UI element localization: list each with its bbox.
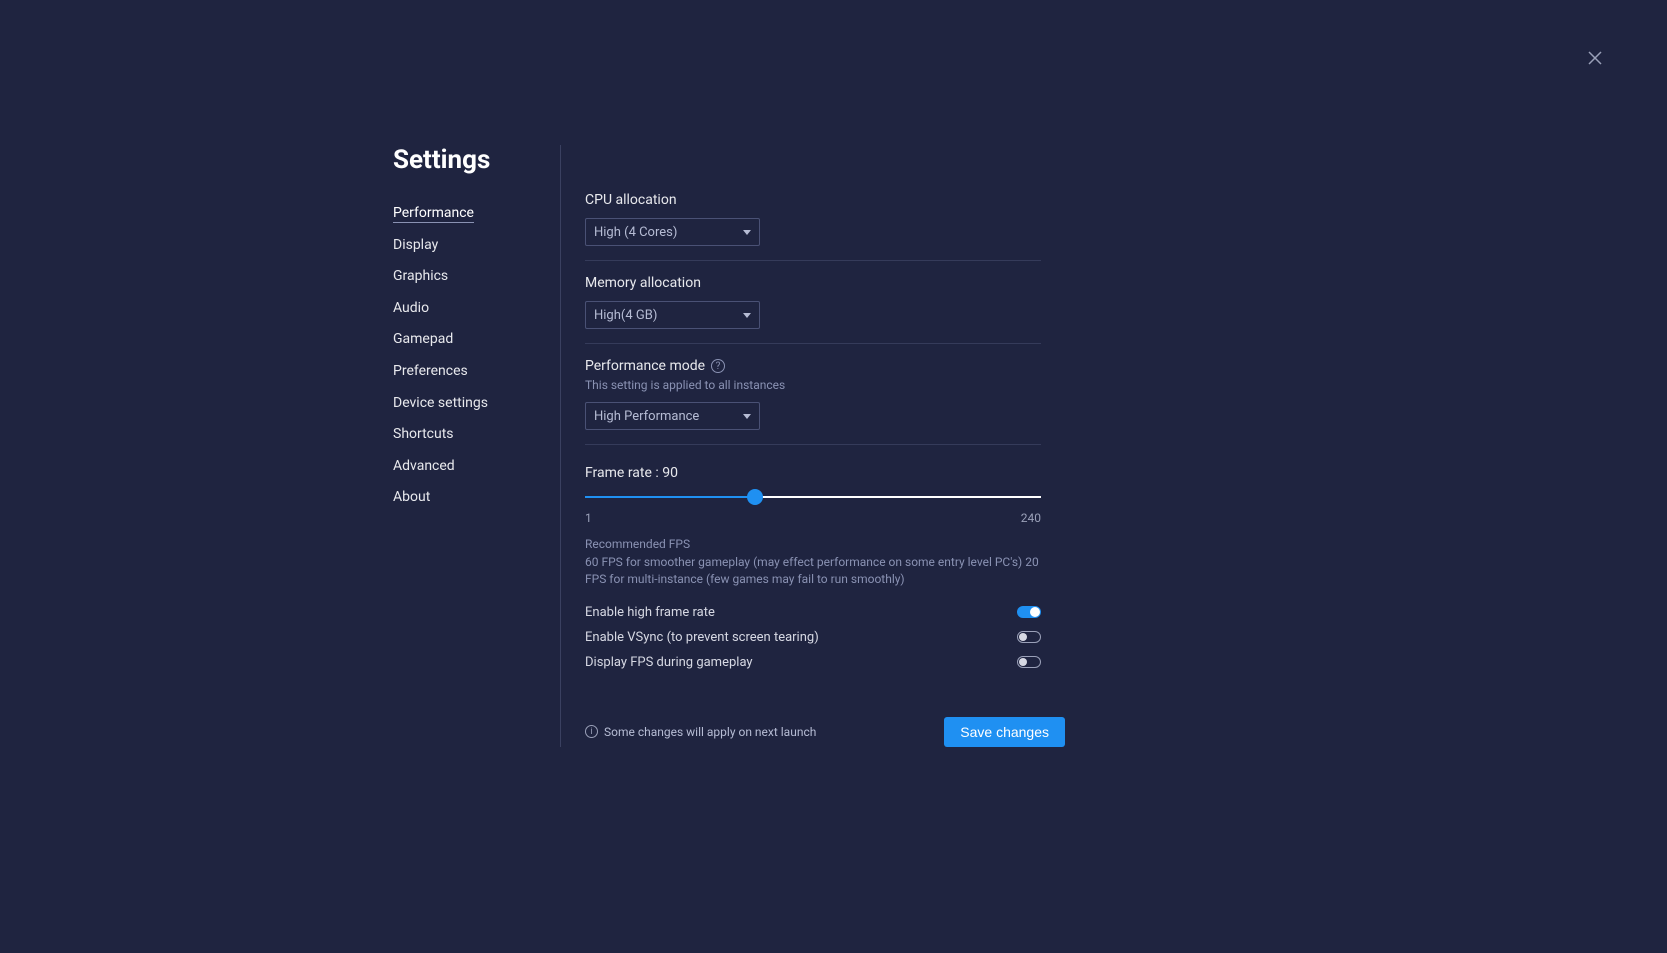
- sidebar-item-label: Device settings: [393, 395, 488, 411]
- toggle-label: Enable VSync (to prevent screen tearing): [585, 630, 819, 645]
- cpu-allocation-select[interactable]: High (4 Cores): [585, 218, 760, 246]
- sidebar-item-display[interactable]: Display: [393, 230, 560, 262]
- display-fps-row: Display FPS during gameplay: [585, 650, 1041, 675]
- frame-rate-label-prefix: Frame rate :: [585, 465, 662, 481]
- frame-rate-label: Frame rate : 90: [585, 465, 1041, 481]
- sidebar-item-graphics[interactable]: Graphics: [393, 261, 560, 293]
- sidebar-item-label: Display: [393, 237, 438, 253]
- enable-vsync-toggle[interactable]: [1017, 631, 1041, 643]
- select-value: High Performance: [594, 409, 699, 424]
- frame-rate-min: 1: [585, 511, 592, 525]
- enable-high-frame-rate-toggle[interactable]: [1017, 606, 1041, 618]
- sidebar-item-shortcuts[interactable]: Shortcuts: [393, 419, 560, 451]
- chevron-down-icon: [743, 230, 751, 235]
- memory-allocation-section: Memory allocation High(4 GB): [585, 275, 1041, 344]
- note-text: Some changes will apply on next launch: [604, 725, 816, 739]
- cpu-allocation-label: CPU allocation: [585, 192, 1041, 208]
- enable-vsync-row: Enable VSync (to prevent screen tearing): [585, 625, 1041, 650]
- sidebar-item-label: Audio: [393, 300, 429, 316]
- sidebar-item-advanced[interactable]: Advanced: [393, 451, 560, 483]
- select-value: High (4 Cores): [594, 225, 677, 240]
- sidebar-item-label: Graphics: [393, 268, 448, 284]
- memory-allocation-label: Memory allocation: [585, 275, 1041, 291]
- frame-rate-slider[interactable]: [585, 489, 1041, 505]
- recommended-fps-text: 60 FPS for smoother gameplay (may effect…: [585, 554, 1041, 588]
- settings-footer: i Some changes will apply on next launch…: [585, 717, 1065, 747]
- close-icon: [1587, 50, 1603, 70]
- sidebar-item-label: Shortcuts: [393, 426, 454, 442]
- memory-allocation-select[interactable]: High(4 GB): [585, 301, 760, 329]
- slider-fill: [585, 496, 755, 498]
- sidebar-item-label: Performance: [393, 205, 474, 223]
- cpu-allocation-section: CPU allocation High (4 Cores): [585, 192, 1041, 261]
- settings-main: CPU allocation High (4 Cores) Memory all…: [561, 145, 1041, 747]
- page-title: Settings: [393, 145, 490, 175]
- performance-mode-section: Performance mode ? This setting is appli…: [585, 358, 1041, 445]
- sidebar-item-device-settings[interactable]: Device settings: [393, 388, 560, 420]
- save-changes-button[interactable]: Save changes: [944, 717, 1065, 747]
- sidebar-item-audio[interactable]: Audio: [393, 293, 560, 325]
- frame-rate-max: 240: [1021, 511, 1041, 525]
- info-icon: i: [585, 725, 598, 738]
- sidebar-item-performance[interactable]: Performance: [393, 198, 560, 230]
- sidebar-item-label: Preferences: [393, 363, 468, 379]
- toggle-label: Enable high frame rate: [585, 605, 715, 620]
- sidebar-item-about[interactable]: About: [393, 482, 560, 514]
- settings-sidebar: Performance Display Graphics Audio Gamep…: [393, 145, 561, 747]
- frame-rate-section: Frame rate : 90 1 240 Recommended FPS 60…: [585, 459, 1041, 689]
- performance-mode-label-text: Performance mode: [585, 358, 705, 374]
- select-value: High(4 GB): [594, 308, 657, 323]
- enable-high-frame-rate-row: Enable high frame rate: [585, 600, 1041, 625]
- performance-mode-label: Performance mode ?: [585, 358, 1041, 374]
- sidebar-item-label: About: [393, 489, 430, 505]
- sidebar-item-preferences[interactable]: Preferences: [393, 356, 560, 388]
- help-icon[interactable]: ?: [711, 359, 725, 373]
- sidebar-item-label: Advanced: [393, 458, 455, 474]
- performance-mode-select[interactable]: High Performance: [585, 402, 760, 430]
- display-fps-toggle[interactable]: [1017, 656, 1041, 668]
- sidebar-item-label: Gamepad: [393, 331, 453, 347]
- apply-next-launch-note: i Some changes will apply on next launch: [585, 725, 816, 739]
- sidebar-item-gamepad[interactable]: Gamepad: [393, 324, 560, 356]
- close-button[interactable]: [1583, 48, 1607, 72]
- slider-thumb[interactable]: [747, 489, 763, 505]
- toggle-label: Display FPS during gameplay: [585, 655, 753, 670]
- performance-mode-hint: This setting is applied to all instances: [585, 378, 1041, 392]
- recommended-fps-title: Recommended FPS: [585, 537, 1041, 551]
- chevron-down-icon: [743, 313, 751, 318]
- frame-rate-value: 90: [662, 465, 678, 481]
- chevron-down-icon: [743, 414, 751, 419]
